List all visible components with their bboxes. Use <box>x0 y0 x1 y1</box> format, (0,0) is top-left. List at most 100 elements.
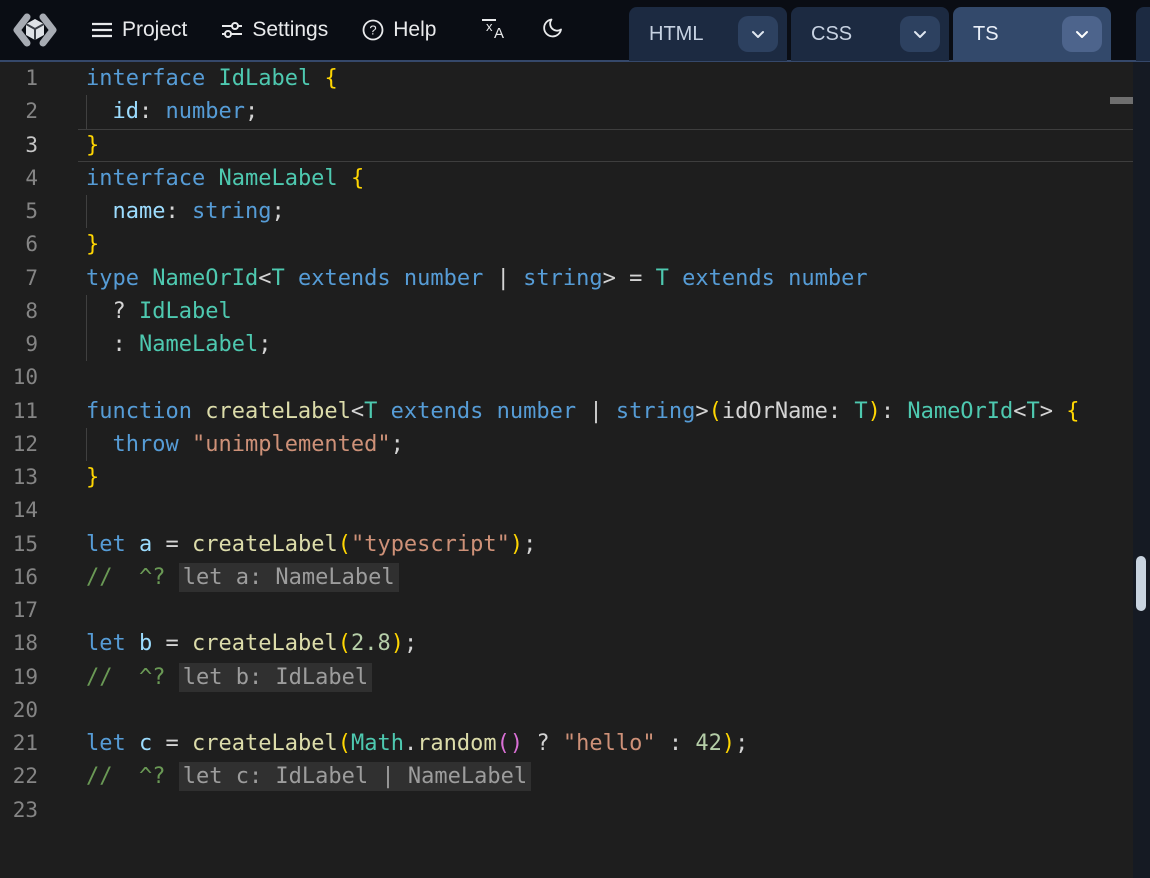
line-number[interactable]: 18 <box>0 627 38 660</box>
code-line[interactable]: 5 name: string; <box>0 195 1133 228</box>
line-number[interactable]: 17 <box>0 594 38 627</box>
code-content: interface NameLabel { <box>86 162 364 195</box>
code-token: : <box>881 399 908 424</box>
code-token: number <box>788 266 867 291</box>
code-line[interactable]: 20 <box>0 694 1133 727</box>
code-token: // ^? <box>86 665 179 690</box>
code-token <box>391 266 404 291</box>
code-token: IdLabel <box>139 299 232 324</box>
editor-pane: 1interface IdLabel {2 id: number;3}4inte… <box>0 62 1150 878</box>
code-line[interactable]: 17 <box>0 594 1133 627</box>
code-line[interactable]: 3} <box>0 129 1133 162</box>
code-line[interactable]: 14 <box>0 494 1133 527</box>
code-line[interactable]: 15let a = createLabel("typescript"); <box>0 528 1133 561</box>
menu-project[interactable]: Project <box>74 0 204 60</box>
line-number[interactable]: 13 <box>0 461 38 494</box>
code-line[interactable]: 19// ^? let b: IdLabel <box>0 661 1133 694</box>
editor-scrollbar-track[interactable] <box>1133 62 1150 878</box>
line-number[interactable]: 11 <box>0 395 38 428</box>
editor-scrollbar-thumb[interactable] <box>1136 556 1146 611</box>
line-number[interactable]: 23 <box>0 794 38 827</box>
code-line[interactable]: 11function createLabel<T extends number … <box>0 395 1133 428</box>
code-token: ? <box>523 731 563 756</box>
line-number[interactable]: 21 <box>0 727 38 760</box>
code-line[interactable]: 16// ^? let a: NameLabel <box>0 561 1133 594</box>
code-token: } <box>86 232 99 257</box>
line-number[interactable]: 4 <box>0 162 38 195</box>
line-number[interactable]: 9 <box>0 328 38 361</box>
code-token <box>483 399 496 424</box>
code-content: let b = createLabel(2.8); <box>86 627 417 660</box>
line-number[interactable]: 1 <box>0 62 38 95</box>
code-token: ; <box>245 99 258 124</box>
app-logo-icon[interactable] <box>12 7 58 53</box>
code-token: 2.8 <box>351 631 391 656</box>
code-line[interactable]: 9 : NameLabel; <box>0 328 1133 361</box>
tab-css-dropdown-button[interactable] <box>900 16 940 52</box>
code-line[interactable]: 13} <box>0 461 1133 494</box>
code-token: let <box>86 631 126 656</box>
chevron-down-icon <box>913 30 927 39</box>
code-token <box>86 199 113 224</box>
code-token: ; <box>404 631 417 656</box>
code-line[interactable]: 1interface IdLabel { <box>0 62 1133 95</box>
line-number[interactable]: 7 <box>0 262 38 295</box>
line-number[interactable]: 8 <box>0 295 38 328</box>
type-hint: let c: IdLabel | NameLabel <box>179 762 531 791</box>
tab-ts-dropdown-button[interactable] <box>1062 16 1102 52</box>
code-line[interactable]: 8 ? IdLabel <box>0 295 1133 328</box>
code-token: a <box>139 532 152 557</box>
code-token <box>377 399 390 424</box>
tab-html-label: HTML <box>649 23 738 46</box>
line-number[interactable]: 19 <box>0 661 38 694</box>
code-line[interactable]: 4 interface NameLabel { <box>0 162 1133 195</box>
tab-css[interactable]: CSS <box>791 7 949 61</box>
dark-mode-toggle[interactable] <box>525 0 581 60</box>
code-token <box>775 266 788 291</box>
menu-settings[interactable]: Settings <box>204 0 345 60</box>
tab-ts[interactable]: TS <box>953 7 1111 61</box>
code-line[interactable]: 23 <box>0 794 1133 827</box>
code-token: } <box>86 465 99 490</box>
code-editor[interactable]: 1interface IdLabel {2 id: number;3}4inte… <box>0 62 1133 878</box>
code-token: { <box>1066 399 1079 424</box>
line-number[interactable]: 20 <box>0 694 38 727</box>
line-number[interactable]: 22 <box>0 760 38 793</box>
line-number[interactable]: 3 <box>0 129 38 162</box>
code-token: ; <box>271 199 284 224</box>
partial-next-tab[interactable] <box>1136 7 1150 61</box>
line-number[interactable]: 15 <box>0 528 38 561</box>
tab-html-dropdown-button[interactable] <box>738 16 778 52</box>
line-number[interactable]: 16 <box>0 561 38 594</box>
line-number[interactable]: 2 <box>0 95 38 128</box>
code-token: let <box>86 532 126 557</box>
code-token: 42 <box>695 731 722 756</box>
code-line[interactable]: 12 throw "unimplemented"; <box>0 428 1133 461</box>
code-line[interactable]: 21 let c = createLabel(Math.random() ? "h… <box>0 727 1133 760</box>
line-number[interactable]: 14 <box>0 494 38 527</box>
line-number[interactable]: 10 <box>0 361 38 394</box>
code-token <box>669 266 682 291</box>
menu-help[interactable]: ? Help <box>345 0 453 60</box>
code-line[interactable]: 2 id: number; <box>0 95 1133 128</box>
code-line[interactable]: 7type NameOrId<T extends number | string… <box>0 262 1133 295</box>
code-content: ? IdLabel <box>86 295 232 328</box>
translate-button[interactable]: x A <box>465 0 523 60</box>
svg-text:x: x <box>486 19 493 34</box>
code-token: > <box>1040 399 1067 424</box>
code-token: : <box>656 731 696 756</box>
code-line[interactable]: 18 let b = createLabel(2.8); <box>0 627 1133 660</box>
code-token: b <box>139 631 152 656</box>
code-token: interface <box>86 66 205 91</box>
code-line[interactable]: 6} <box>0 228 1133 261</box>
line-number[interactable]: 6 <box>0 228 38 261</box>
code-token <box>179 432 192 457</box>
code-line[interactable]: 10 <box>0 361 1133 394</box>
code-content: let c = createLabel(Math.random() ? "hel… <box>86 727 748 760</box>
line-number[interactable]: 12 <box>0 428 38 461</box>
line-number[interactable]: 5 <box>0 195 38 228</box>
tab-html[interactable]: HTML <box>629 7 787 61</box>
code-token: . <box>404 731 417 756</box>
code-token <box>86 432 113 457</box>
code-line[interactable]: 22// ^? let c: IdLabel | NameLabel <box>0 760 1133 793</box>
